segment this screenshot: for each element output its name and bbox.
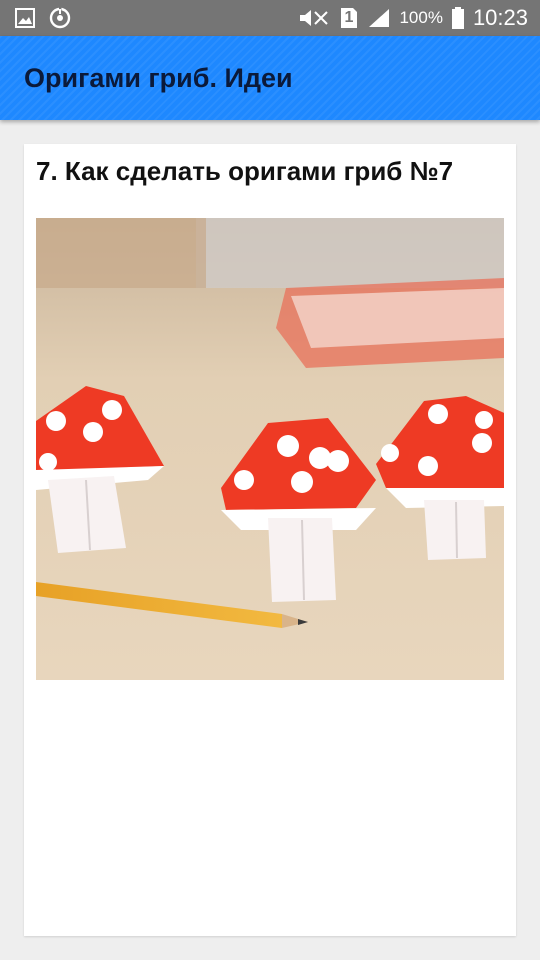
sim-icon: 1	[339, 6, 359, 30]
status-bar: 1 100% 10:23	[0, 0, 540, 36]
signal-icon	[367, 7, 391, 29]
origami-mushroom-illustration	[36, 218, 504, 680]
article-card[interactable]: 7. Как сделать оригами гриб №7	[24, 144, 516, 936]
mute-icon	[297, 7, 331, 29]
article-image[interactable]	[36, 218, 504, 680]
app-bar: Оригами гриб. Идеи	[0, 36, 540, 120]
sync-icon	[48, 6, 72, 30]
article-title: 7. Как сделать оригами гриб №7	[36, 156, 454, 186]
battery-percent: 100%	[399, 8, 443, 27]
sim-slot-number: 1	[344, 9, 354, 26]
app-title: Оригами гриб. Идеи	[24, 62, 293, 93]
image-icon	[14, 7, 36, 29]
clock: 10:23	[472, 5, 528, 30]
battery-icon	[451, 6, 465, 30]
